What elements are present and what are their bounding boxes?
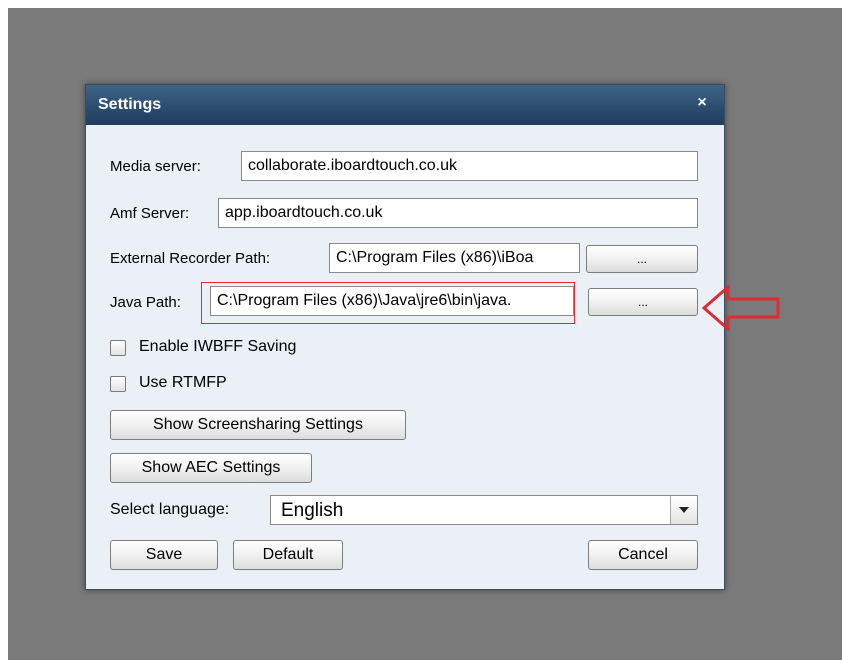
iwbff-checkbox[interactable] xyxy=(110,340,126,356)
external-recorder-label: External Recorder Path: xyxy=(110,250,271,267)
default-button[interactable]: Default xyxy=(233,540,343,570)
java-path-browse-button[interactable]: ... xyxy=(588,288,698,316)
red-arrow-icon xyxy=(702,285,780,331)
media-server-label: Media server: xyxy=(110,158,201,175)
amf-server-label: Amf Server: xyxy=(110,205,190,222)
rtmfp-label: Use RTMFP xyxy=(139,374,227,391)
amf-server-input[interactable]: app.iboardtouch.co.uk xyxy=(218,198,698,228)
dialog-content: Media server: collaborate.iboardtouch.co… xyxy=(86,125,724,589)
language-selected-value: English xyxy=(281,500,344,521)
java-path-input[interactable]: C:\Program Files (x86)\Java\jre6\bin\jav… xyxy=(210,286,574,316)
dialog-title: Settings xyxy=(98,96,162,113)
iwbff-label: Enable IWBFF Saving xyxy=(139,338,297,355)
save-button[interactable]: Save xyxy=(110,540,218,570)
show-aec-settings-button[interactable]: Show AEC Settings xyxy=(110,453,312,483)
media-server-input[interactable]: collaborate.iboardtouch.co.uk xyxy=(241,151,698,181)
language-select[interactable]: English xyxy=(270,495,698,525)
external-recorder-browse-button[interactable]: ... xyxy=(586,245,698,273)
rtmfp-checkbox[interactable] xyxy=(110,376,126,392)
java-path-label: Java Path: xyxy=(110,294,181,311)
chevron-down-icon[interactable] xyxy=(670,496,697,524)
external-recorder-input[interactable]: C:\Program Files (x86)\iBoa xyxy=(329,243,580,273)
dialog-titlebar[interactable]: Settings × xyxy=(86,85,724,125)
show-screensharing-settings-button[interactable]: Show Screensharing Settings xyxy=(110,410,406,440)
close-icon[interactable]: × xyxy=(692,93,712,113)
settings-dialog: Settings × Media server: collaborate.ibo… xyxy=(85,84,725,590)
cancel-button[interactable]: Cancel xyxy=(588,540,698,570)
language-label: Select language: xyxy=(110,501,230,518)
